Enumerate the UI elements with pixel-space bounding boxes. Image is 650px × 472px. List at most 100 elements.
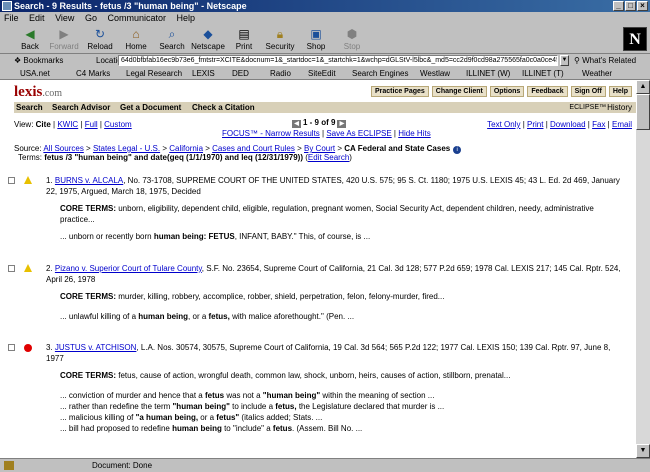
nav-search-advisor[interactable]: Search Advisor <box>52 102 110 113</box>
link-legal-research[interactable]: Legal Research <box>126 67 182 80</box>
core-terms-text: unborn, eligibility, dependent child, el… <box>60 204 594 224</box>
scroll-thumb[interactable] <box>636 94 650 130</box>
shop-icon: ▣ <box>310 27 322 41</box>
result-checkbox[interactable] <box>8 344 15 351</box>
nav-search[interactable]: Search <box>16 102 43 113</box>
menu-view[interactable]: View <box>55 13 74 23</box>
stop-button[interactable]: ⬢ Stop <box>334 27 370 51</box>
link-ded[interactable]: DED <box>232 67 249 80</box>
stop-label: Stop <box>343 42 361 51</box>
reload-button[interactable]: ↻ Reload <box>82 27 118 51</box>
result-checkbox[interactable] <box>8 177 15 184</box>
info-icon[interactable]: i <box>453 146 462 154</box>
result-title-link[interactable]: Pizano v. Superior Court of Tulare Count… <box>55 264 202 273</box>
warning-signal-icon[interactable] <box>24 344 32 352</box>
source-all-sources[interactable]: All Sources <box>43 144 83 153</box>
link-c4-marks[interactable]: C4 Marks <box>76 67 110 80</box>
core-terms: CORE TERMS: murder, killing, robbery, ac… <box>60 291 626 302</box>
vertical-scrollbar[interactable]: ▲ ▼ <box>636 80 650 458</box>
next-page-icon[interactable]: ▶ <box>337 120 347 128</box>
nav-get-a-document[interactable]: Get a Document <box>120 102 181 113</box>
link-siteedit[interactable]: SiteEdit <box>308 67 336 80</box>
link-illinet-w[interactable]: ILLINET (W) <box>466 67 510 80</box>
forward-arrow-icon: ▶ <box>59 27 69 41</box>
scroll-up-icon[interactable]: ▲ <box>636 80 650 94</box>
close-button[interactable]: × <box>637 1 648 11</box>
lexis-header: lexis.com Practice Pages Change Client O… <box>0 80 636 102</box>
result-title-link[interactable]: JUSTUS v. ATCHISON <box>55 343 137 352</box>
nav-check-a-citation[interactable]: Check a Citation <box>192 102 255 113</box>
view-full-link[interactable]: Full <box>85 120 98 129</box>
result-item: 2. Pizano v. Superior Court of Tulare Co… <box>8 263 632 333</box>
view-kwic-link[interactable]: KWIC <box>57 120 78 129</box>
feedback-button[interactable]: Feedback <box>527 86 568 97</box>
search-button[interactable]: ⌕ Search <box>154 27 190 51</box>
netscape-button[interactable]: ◆ Netscape <box>190 27 226 51</box>
menu-file[interactable]: File <box>4 13 19 23</box>
practice-pages-button[interactable]: Practice Pages <box>370 86 429 97</box>
kwic-hit: human being <box>172 424 222 433</box>
prev-page-icon[interactable]: ◀ <box>292 120 301 128</box>
text-only-link[interactable]: Text Only <box>487 120 520 129</box>
source-cases-court-rules[interactable]: Cases and Court Rules <box>212 144 295 153</box>
home-button[interactable]: ⌂ Home <box>118 27 154 51</box>
kwic-pre: ... unborn or recently born <box>60 232 154 241</box>
whats-related-button[interactable]: ⚲ What's Related <box>574 54 636 67</box>
security-button[interactable]: 🔒︎ Security <box>262 27 298 51</box>
source-by-court[interactable]: By Court <box>304 144 335 153</box>
options-button[interactable]: Options <box>489 86 525 97</box>
result-title-link[interactable]: BURNS v. ALCALA <box>55 176 123 185</box>
menu-go[interactable]: Go <box>85 13 97 23</box>
location-url-input[interactable]: 64d0bfbfab16ec9b73e6_fmtstr=XCITE&docnum… <box>118 55 558 66</box>
back-button[interactable]: ◀ Back <box>12 27 48 51</box>
download-link[interactable]: Download <box>550 120 586 129</box>
link-lexis[interactable]: LEXIS <box>192 67 215 80</box>
help-button[interactable]: Help <box>608 86 632 97</box>
kwic-line: ... rather than redefine the term "human… <box>60 401 626 412</box>
link-weather[interactable]: Weather <box>582 67 612 80</box>
source-california[interactable]: California <box>169 144 203 153</box>
edit-search-link[interactable]: Edit Search <box>308 153 349 162</box>
maximize-button[interactable]: □ <box>625 1 636 11</box>
bookmarks-button[interactable]: ❖ Bookmarks <box>14 54 63 67</box>
forward-button[interactable]: ▶ Forward <box>46 27 82 51</box>
fax-link[interactable]: Fax <box>592 120 605 129</box>
result-citation: 3. JUSTUS v. ATCHISON, L.A. Nos. 30574, … <box>46 342 626 364</box>
caution-signal-icon[interactable] <box>24 264 32 272</box>
menu-communicator[interactable]: Communicator <box>107 13 166 23</box>
eclipse-button[interactable]: ECLIPSE™ <box>569 102 606 113</box>
save-eclipse-link[interactable]: Save As ECLIPSE <box>326 129 391 138</box>
caution-signal-icon[interactable] <box>24 176 32 184</box>
email-link[interactable]: Email <box>612 120 632 129</box>
hide-hits-link[interactable]: Hide Hits <box>398 129 430 138</box>
focus-narrow-link[interactable]: FOCUS™ - Narrow Results <box>222 129 320 138</box>
location-dropdown[interactable]: ▼ <box>560 55 569 66</box>
link-usa-net[interactable]: USA.net <box>20 67 50 80</box>
view-custom-link[interactable]: Custom <box>104 120 132 129</box>
netscape-app-icon <box>2 1 12 11</box>
link-radio[interactable]: Radio <box>270 67 291 80</box>
source-states-legal[interactable]: States Legal - U.S. <box>93 144 160 153</box>
menu-help[interactable]: Help <box>177 13 196 23</box>
core-terms-label: CORE TERMS: <box>60 204 116 213</box>
sign-off-button[interactable]: Sign Off <box>570 86 606 97</box>
link-westlaw[interactable]: Westlaw <box>420 67 450 80</box>
lexis-logo[interactable]: lexis.com <box>14 84 62 101</box>
link-illinet-t[interactable]: ILLINET (T) <box>522 67 564 80</box>
link-search-engines[interactable]: Search Engines <box>352 67 408 80</box>
menu-edit[interactable]: Edit <box>29 13 45 23</box>
shop-button[interactable]: ▣ Shop <box>298 27 334 51</box>
netscape-logo[interactable]: N <box>623 27 647 51</box>
print-link[interactable]: Print <box>527 120 543 129</box>
page-content: lexis.com Practice Pages Change Client O… <box>0 80 636 458</box>
minimize-button[interactable]: _ <box>613 1 624 11</box>
history-button[interactable]: History <box>607 102 632 113</box>
change-client-button[interactable]: Change Client <box>431 86 487 97</box>
result-checkbox[interactable] <box>8 265 15 272</box>
print-button[interactable]: ▤ Print <box>226 27 262 51</box>
status-bar: Document: Done <box>0 458 650 472</box>
personal-toolbar: USA.net C4 Marks Legal Research LEXIS DE… <box>0 67 650 80</box>
security-status-icon[interactable] <box>4 461 14 470</box>
lexis-logo-text: lexis <box>14 84 43 100</box>
scroll-down-icon[interactable]: ▼ <box>636 444 650 458</box>
